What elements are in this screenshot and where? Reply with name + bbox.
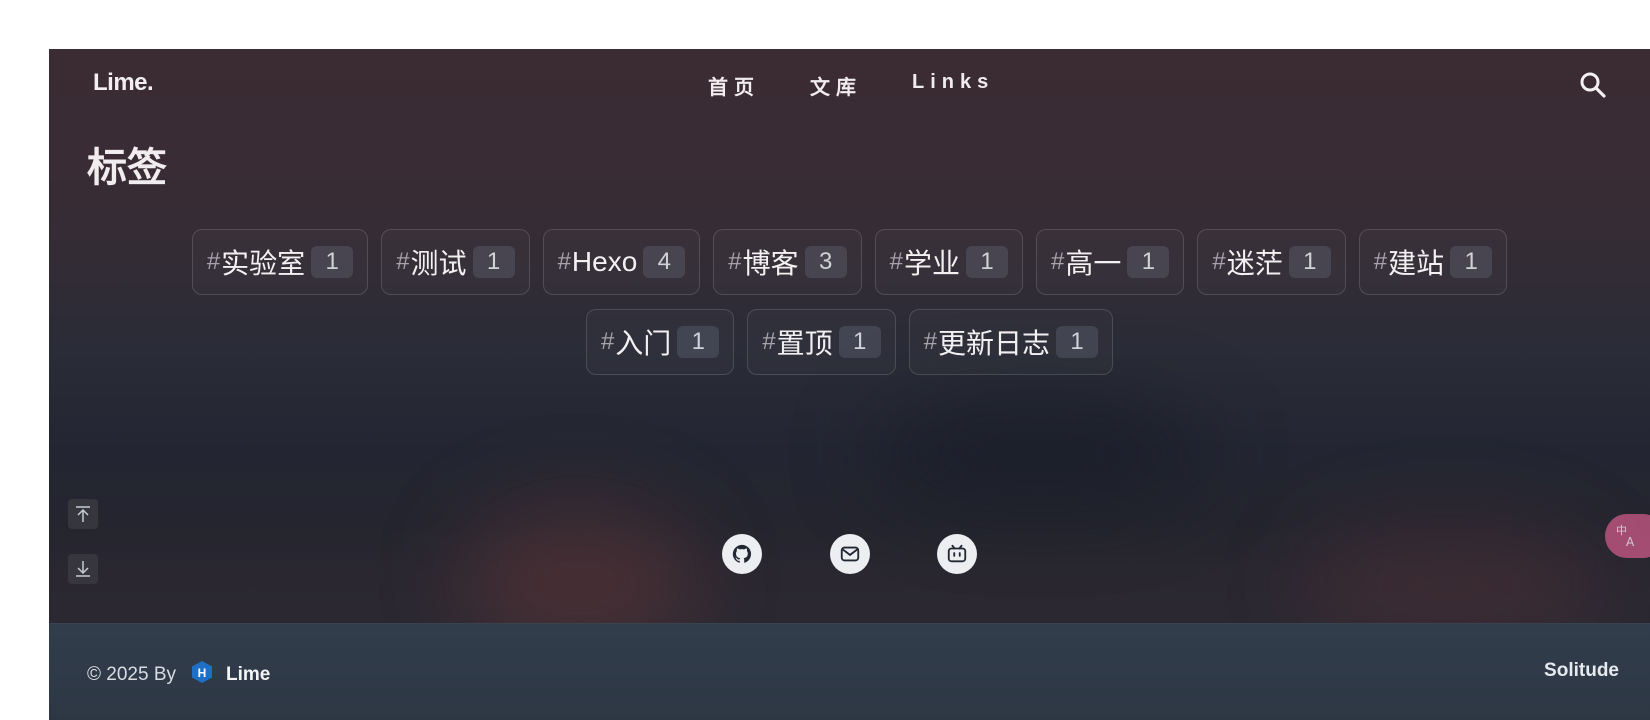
github-icon — [732, 544, 752, 563]
tag-item[interactable]: # 建站 1 — [1358, 229, 1508, 295]
tag-name: 迷茫 — [1226, 248, 1283, 279]
tag-cloud: # 实验室 1 # 测试 1 # Hexo 4 # 博客 3 # 学业 1 # 高一 1 # 迷茫 1 # 建… — [49, 229, 1650, 389]
tag-count: 1 — [1056, 326, 1099, 358]
tag-name: 高一 — [1065, 248, 1122, 279]
mail-icon — [840, 546, 860, 562]
arrow-down-to-bottom-icon — [76, 561, 90, 577]
top-nav: Lime. 首页 文库 Links — [49, 49, 1650, 121]
bilibili-link[interactable] — [937, 534, 977, 574]
hash-icon: # — [600, 328, 615, 355]
tag-name: 博客 — [742, 248, 799, 279]
tag-count: 1 — [472, 246, 515, 278]
tag-item[interactable]: # 测试 1 — [381, 229, 530, 295]
tag-name: 学业 — [904, 248, 961, 279]
tag-name: 实验室 — [221, 248, 306, 279]
nav-item-home[interactable]: 首页 — [708, 71, 760, 100]
hexo-icon[interactable]: H — [190, 660, 214, 690]
tag-name: Hexo — [571, 246, 638, 277]
hash-icon: # — [1051, 248, 1065, 275]
tag-name: 建站 — [1388, 248, 1445, 279]
tag-count: 1 — [1450, 246, 1493, 278]
hash-icon: # — [396, 248, 410, 275]
hash-icon: # — [889, 248, 904, 275]
tag-row: # 入门 1 # 置顶 1 # 更新日志 1 — [49, 309, 1650, 375]
scroll-to-top-button[interactable] — [68, 499, 98, 529]
scroll-to-bottom-button[interactable] — [68, 554, 98, 584]
search-icon[interactable] — [1578, 70, 1608, 100]
site-footer: © 2025 By H Lime Solitude — [49, 623, 1650, 720]
copyright-text: © 2025 By — [87, 664, 176, 685]
mail-link[interactable] — [830, 534, 870, 574]
tag-count: 1 — [1127, 246, 1170, 278]
hash-icon: # — [923, 328, 938, 355]
github-link[interactable] — [722, 534, 762, 574]
hash-icon: # — [206, 248, 221, 275]
tag-item[interactable]: # 高一 1 — [1036, 229, 1185, 295]
tag-count: 4 — [643, 246, 686, 278]
svg-text:H: H — [198, 666, 207, 680]
tag-count: 3 — [804, 246, 847, 278]
translate-icon: 中 A — [1616, 524, 1635, 549]
nav-item-links[interactable]: Links — [912, 71, 994, 100]
hash-icon: # — [762, 328, 776, 355]
hash-icon: # — [1373, 248, 1388, 275]
tag-count: 1 — [966, 246, 1009, 278]
tag-item[interactable]: # Hexo 4 — [542, 229, 701, 295]
tag-item[interactable]: # 迷茫 1 — [1197, 229, 1346, 295]
tag-name: 置顶 — [776, 328, 833, 359]
tag-name: 更新日志 — [938, 328, 1051, 359]
hash-icon: # — [1212, 248, 1226, 275]
author-link[interactable]: Lime — [226, 664, 270, 686]
tag-count: 1 — [838, 326, 881, 358]
tag-name: 入门 — [615, 328, 672, 359]
tag-row: # 实验室 1 # 测试 1 # Hexo 4 # 博客 3 # 学业 1 # 高一 1 # 迷茫 1 # 建… — [49, 229, 1650, 295]
background-glow — [869, 399, 1209, 509]
translate-button[interactable]: 中 A — [1605, 514, 1650, 558]
bilibili-icon — [947, 544, 967, 563]
tag-item[interactable]: # 实验室 1 — [191, 229, 369, 295]
svg-text:A: A — [1626, 535, 1635, 549]
hash-icon: # — [728, 248, 742, 275]
copyright: © 2025 By H Lime — [87, 660, 270, 690]
hash-icon: # — [557, 248, 571, 275]
page-title: 标签 — [87, 146, 167, 190]
tag-count: 1 — [1288, 246, 1331, 278]
tag-item[interactable]: # 学业 1 — [874, 229, 1024, 295]
tag-count: 1 — [311, 246, 354, 278]
theme-link[interactable]: Solitude — [1544, 660, 1619, 682]
tag-count: 1 — [677, 326, 720, 358]
tag-item[interactable]: # 更新日志 1 — [908, 309, 1114, 375]
tag-item[interactable]: # 置顶 1 — [747, 309, 896, 375]
nav-item-library[interactable]: 文库 — [810, 71, 862, 100]
page-frame: Lime. 首页 文库 Links 标签 # 实验室 1 # 测试 1 # Hexo 4 #… — [49, 49, 1650, 720]
tag-name: 测试 — [410, 248, 467, 279]
site-logo[interactable]: Lime. — [93, 69, 154, 97]
arrow-up-to-top-icon — [76, 506, 90, 522]
tag-item[interactable]: # 入门 1 — [585, 309, 735, 375]
main-menu: 首页 文库 Links — [708, 71, 994, 100]
tag-item[interactable]: # 博客 3 — [713, 229, 862, 295]
